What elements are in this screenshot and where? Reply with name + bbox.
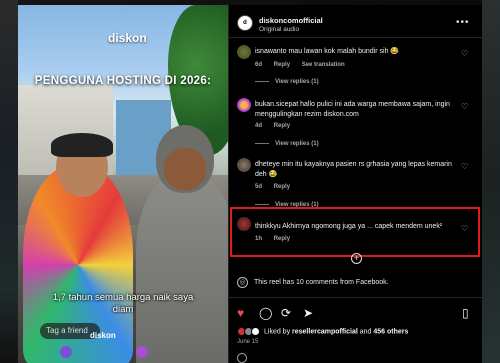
video-brand-logo: diskon <box>108 31 147 45</box>
repost-icon[interactable]: ⟳ <box>281 306 291 320</box>
view-replies-button[interactable]: View replies (1) <box>255 141 319 147</box>
comment-text: bukan.sicepat hallo pulici ini ada warga… <box>255 101 450 118</box>
reply-button[interactable]: Reply <box>274 236 290 242</box>
comment-text: isnawanto mau lawan kok malah bundir sih… <box>255 48 400 55</box>
comment-text: dheteye min itu kayaknya pasien rs grhas… <box>255 161 452 178</box>
facebook-comments-note: ◎ This reel has 10 comments from Facebook… <box>237 277 389 288</box>
comment-meta: 1h Reply <box>255 236 300 242</box>
plus-circle-icon[interactable]: + <box>351 253 362 264</box>
comment-meta: 5d Reply <box>255 184 300 190</box>
person-right-head <box>156 125 214 193</box>
background-left <box>0 0 18 363</box>
comment-age: 5d <box>255 184 263 190</box>
action-bar: ♥ ◯ ⟳ ➤ ▯ <box>229 297 483 325</box>
sticker-icon <box>136 346 148 358</box>
person-right <box>136 175 228 363</box>
video-watermark: diskon <box>90 331 116 340</box>
likes-summary: Liked by resellercampofficial and 456 ot… <box>237 327 408 336</box>
reply-button[interactable]: Reply <box>274 62 290 68</box>
comment-meta: 6d Reply See translation <box>255 62 355 68</box>
comment-like-icon[interactable]: ♡ <box>461 162 468 171</box>
liker-username[interactable]: resellercampofficial <box>292 328 358 335</box>
comment-age: 6d <box>255 62 263 68</box>
likes-prefix: Liked by <box>264 328 293 336</box>
sticker-icon <box>60 346 72 358</box>
comment-text: thinkkyu Akhirnya ngomong juga ya ... ca… <box>255 223 443 230</box>
video-headline: PENGGUNA HOSTING DI 2026: <box>34 75 212 87</box>
avatar[interactable] <box>237 98 251 112</box>
globe-icon: ◎ <box>237 277 248 288</box>
add-comment-emoji-icon[interactable] <box>237 353 247 363</box>
likes-middle: and <box>357 328 374 336</box>
video-caption: 1,7 tahun semua harga naik saya diam <box>52 292 194 315</box>
post-date: June 15 <box>237 339 259 345</box>
comment-like-icon[interactable]: ♡ <box>461 224 468 233</box>
see-translation-button[interactable]: See translation <box>302 62 345 68</box>
comment-icon[interactable]: ◯ <box>259 306 272 320</box>
background-right <box>482 0 500 363</box>
avatar[interactable] <box>237 217 251 231</box>
post-username[interactable]: diskoncomofficial <box>259 16 323 25</box>
comments-panel: d diskoncomofficial Original audio ••• i… <box>228 5 483 363</box>
likes-others[interactable]: 456 others <box>373 328 408 335</box>
comment-age: 1h <box>255 236 263 242</box>
avatar[interactable] <box>237 45 251 59</box>
reply-button[interactable]: Reply <box>274 123 290 129</box>
avatar <box>251 327 260 336</box>
comment-like-icon[interactable]: ♡ <box>461 49 468 58</box>
comment-like-icon[interactable]: ♡ <box>461 102 468 111</box>
share-icon[interactable]: ➤ <box>303 306 313 320</box>
view-replies-button[interactable]: View replies (1) <box>255 79 319 85</box>
comment-age: 4d <box>255 123 263 129</box>
reel-modal: diskon PENGGUNA HOSTING DI 2026: 1,7 tah… <box>18 5 483 363</box>
audio-label[interactable]: Original audio <box>259 26 299 33</box>
avatar[interactable] <box>237 158 251 172</box>
post-header: d diskoncomofficial Original audio ••• <box>229 5 483 38</box>
highlighted-comment <box>230 207 480 257</box>
bookmark-icon[interactable]: ▯ <box>462 306 469 320</box>
comment-meta: 4d Reply <box>255 123 300 129</box>
reply-button[interactable]: Reply <box>274 184 290 190</box>
reel-viewer: diskon PENGGUNA HOSTING DI 2026: 1,7 tah… <box>0 0 500 363</box>
more-options-icon[interactable]: ••• <box>456 17 470 28</box>
person-left-hat <box>51 133 113 157</box>
reel-video[interactable]: diskon PENGGUNA HOSTING DI 2026: 1,7 tah… <box>18 5 228 363</box>
facebook-note-text: This reel has 10 comments from Facebook. <box>254 279 389 286</box>
heart-icon[interactable]: ♥ <box>237 306 244 320</box>
avatar[interactable]: d <box>237 15 253 31</box>
